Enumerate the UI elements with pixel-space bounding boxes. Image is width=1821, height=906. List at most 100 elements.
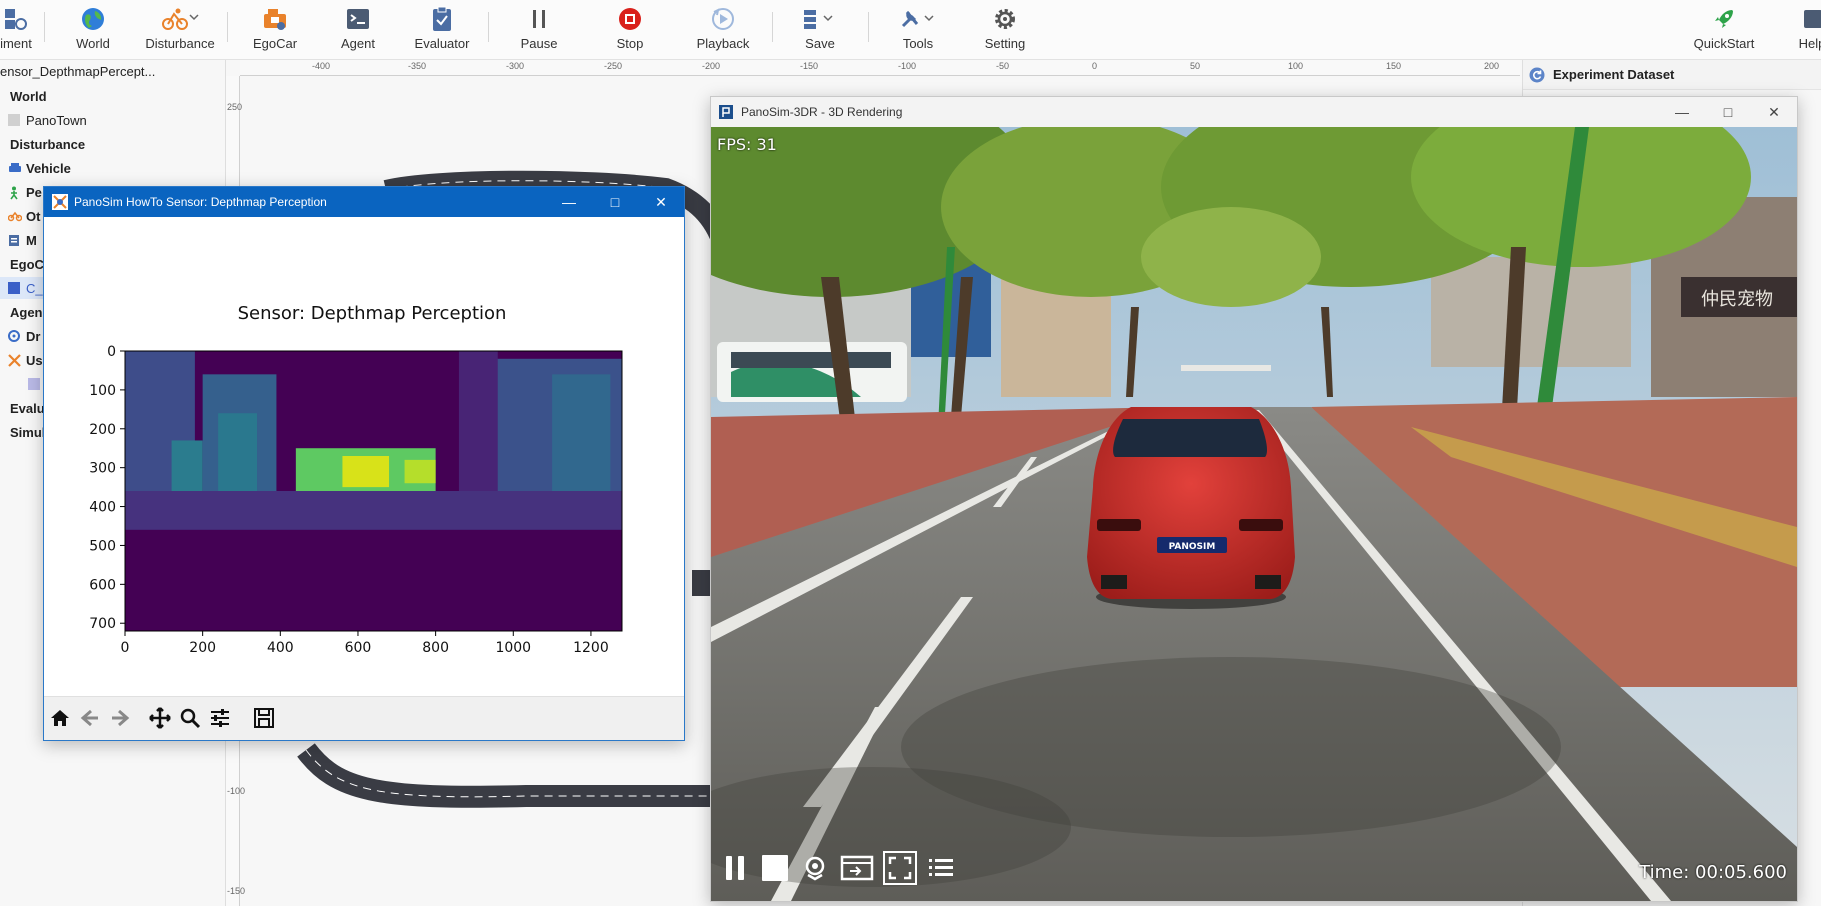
evaluator-button[interactable]: Evaluator	[412, 4, 472, 56]
tree-item-label: Dr	[26, 328, 41, 344]
list-icon	[929, 859, 953, 876]
home-button[interactable]	[46, 705, 74, 733]
tree-item-agent[interactable]: Agen	[0, 301, 43, 323]
location-icon	[805, 856, 825, 881]
heatmap-building-mid2	[218, 413, 258, 495]
tools-small-icon	[8, 354, 21, 367]
app-window: iment World Disturbance EgoCar Agent Eva…	[0, 0, 1821, 906]
tree-item-label: World	[10, 88, 47, 104]
maximize-icon: □	[610, 194, 620, 210]
tree-item-panotown[interactable]: PanoTown	[8, 109, 87, 131]
render-titlebar[interactable]: PanoSim-3DR - 3D Rendering — □ ✕	[711, 97, 1797, 127]
tree-item-driver[interactable]: Dr	[8, 325, 40, 347]
render-list-button[interactable]	[925, 852, 957, 884]
help-icon	[1802, 4, 1821, 34]
render-maximize-button[interactable]: □	[1705, 97, 1751, 127]
pan-button[interactable]	[146, 705, 174, 733]
ruler-tick-label: -400	[312, 61, 331, 71]
back-button[interactable]	[76, 705, 104, 733]
tree-item-evaluator[interactable]: Evalu	[0, 397, 45, 419]
render-close-button[interactable]: ✕	[1751, 97, 1797, 127]
scenario-title: ensor_DepthmapPercept...	[0, 64, 156, 79]
render-window: PanoSim-3DR - 3D Rendering — □ ✕ 仲民宠物 PA…	[710, 96, 1798, 902]
y-tick-label: 100	[89, 383, 116, 399]
ruler-tick-label: -100	[898, 61, 917, 71]
tree-item-simulation[interactable]: Simul	[0, 421, 45, 443]
world-button[interactable]: World	[70, 4, 116, 56]
map-icon	[8, 114, 20, 126]
globe-icon	[80, 4, 106, 34]
configure-button[interactable]	[206, 705, 234, 733]
ruler-tick-label: 200	[1484, 61, 1500, 71]
dataset-header[interactable]: Experiment Dataset	[1523, 60, 1821, 90]
tree-item-pedestrian[interactable]: Pe	[8, 181, 42, 203]
x-tick-label: 1000	[495, 640, 531, 656]
pause-label: Pause	[520, 36, 558, 51]
stop-button[interactable]: Stop	[610, 4, 650, 56]
render-fullscreen-button[interactable]	[883, 851, 917, 885]
depthmap-titlebar[interactable]: PanoSim HowTo Sensor: Depthmap Perceptio…	[44, 187, 684, 217]
tree-item-other[interactable]: Ot	[7, 205, 41, 227]
tree-item-label: Us	[26, 352, 43, 368]
setting-label: Setting	[984, 36, 1026, 51]
agent-button[interactable]: Agent	[336, 4, 380, 56]
experiment-button[interactable]: iment	[0, 4, 36, 56]
y-tick-label: 200	[89, 422, 116, 438]
help-button[interactable]: Help	[1792, 4, 1821, 56]
toolbar-separator	[227, 12, 228, 42]
close-button[interactable]: ✕	[638, 187, 684, 217]
heatmap-ground	[125, 491, 622, 530]
tree-item-world[interactable]: World	[0, 85, 47, 107]
ruler-tick-label: 100	[1288, 61, 1304, 71]
y-tick-label: 300	[89, 461, 116, 477]
tree-item-label: PanoTown	[26, 112, 87, 128]
3d-scene-view[interactable]: 仲民宠物 PANOSIM FPS: 31 Time: 00:05.600	[711, 127, 1797, 901]
ruler-tick-label: -150	[800, 61, 819, 71]
tree-item-label: Vehicle	[26, 160, 71, 176]
save-button[interactable]: Save	[796, 4, 844, 56]
minimize-icon: —	[1675, 104, 1689, 120]
render-minimize-button[interactable]: —	[1659, 97, 1705, 127]
render-controls	[719, 851, 957, 885]
tools-label: Tools	[902, 36, 934, 51]
tree-item-label: Ot	[26, 208, 41, 224]
street-scene: 仲民宠物 PANOSIM	[711, 127, 1797, 901]
pause-button[interactable]: Pause	[518, 4, 560, 56]
ruler-tick-label: -350	[408, 61, 427, 71]
dataset-title: Experiment Dataset	[1553, 67, 1675, 82]
heatmap-building-left2	[171, 440, 203, 495]
disturbance-button[interactable]: Disturbance	[142, 4, 218, 56]
maximize-button[interactable]: □	[592, 187, 638, 217]
y-axis: 0 100 200 300 400 500 600 700	[89, 344, 125, 632]
tree-item-label: Evalu	[10, 400, 45, 416]
tree-item-egocar[interactable]: EgoC	[0, 253, 44, 275]
save-figure-icon	[253, 707, 275, 732]
render-location-button[interactable]	[799, 852, 831, 884]
playback-button[interactable]: Playback	[694, 4, 752, 56]
toolbar-separator	[772, 12, 773, 42]
zoom-icon	[179, 707, 201, 732]
zoom-button[interactable]	[176, 705, 204, 733]
render-screen-button[interactable]	[839, 852, 875, 884]
tools-button[interactable]: Tools	[890, 4, 946, 56]
ruler-tick-label: 0	[1092, 61, 1098, 71]
save-figure-button[interactable]	[250, 705, 278, 733]
y-tick-label: 0	[107, 344, 116, 360]
driver-icon	[8, 330, 20, 342]
minimize-button[interactable]: —	[546, 187, 592, 217]
x-tick-label: 400	[267, 640, 294, 656]
setting-button[interactable]: Setting	[980, 4, 1030, 56]
tree-item-vehicle[interactable]: Vehicle	[8, 157, 71, 179]
minimize-icon: —	[562, 194, 576, 210]
egocar-button[interactable]: EgoCar	[250, 4, 300, 56]
quickstart-button[interactable]: QuickStart	[1690, 4, 1758, 56]
forward-button[interactable]	[106, 705, 134, 733]
render-stop-button[interactable]	[759, 852, 791, 884]
y-tick-label: 700	[89, 616, 116, 632]
experiment-label: iment	[0, 36, 32, 51]
agent-label: Agent	[341, 36, 375, 51]
tree-item-m[interactable]: M	[8, 229, 37, 251]
tree-item-user[interactable]: Us	[8, 349, 43, 371]
tree-item-disturbance[interactable]: Disturbance	[0, 133, 85, 155]
render-pause-button[interactable]	[719, 852, 751, 884]
